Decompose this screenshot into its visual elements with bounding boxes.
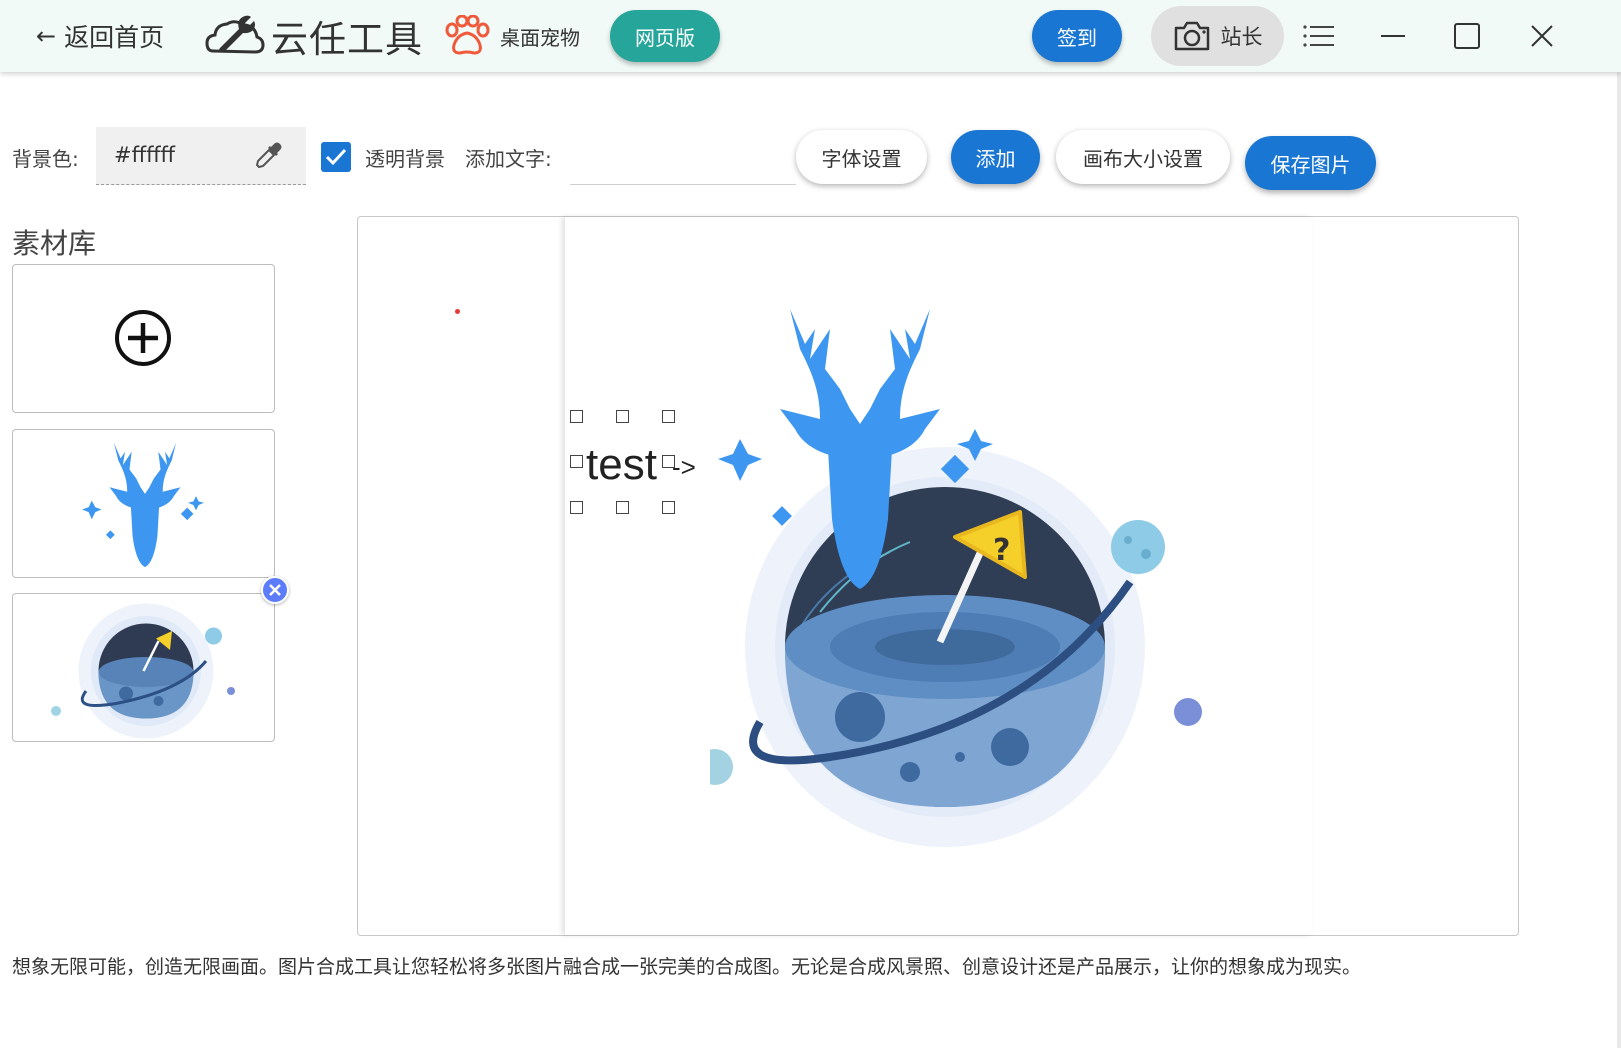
add-button[interactable]: 添加 xyxy=(951,130,1040,184)
app-title: 云任工具 xyxy=(271,18,423,61)
resize-handle-bottom[interactable] xyxy=(616,501,629,514)
library-item-deer[interactable] xyxy=(12,429,275,578)
bg-color-label: 背景色: xyxy=(12,147,79,171)
eyedropper-icon[interactable] xyxy=(254,140,284,170)
desktop-pet-link[interactable]: 桌面宠物 xyxy=(442,0,580,72)
camera-icon xyxy=(1174,21,1209,51)
close-icon xyxy=(269,584,281,596)
scrollbar[interactable] xyxy=(1617,72,1621,1048)
canvas-text-layer[interactable]: test xyxy=(586,440,657,490)
maximize-icon[interactable] xyxy=(1445,14,1489,58)
canvas-deer-layer[interactable] xyxy=(710,289,1010,609)
title-bar: ← 返回首页 云任工具 桌面宠物 网页版 签到 站长 xyxy=(0,0,1621,72)
add-text-label: 添加文字: xyxy=(465,147,552,171)
minimize-icon[interactable] xyxy=(1371,14,1415,58)
canvas-arrow-text: -> xyxy=(672,452,696,482)
check-icon xyxy=(325,148,347,166)
web-version-button[interactable]: 网页版 xyxy=(610,10,720,62)
remove-material-button[interactable] xyxy=(261,576,289,604)
transparent-bg-label: 透明背景 xyxy=(365,147,445,171)
canvas-size-button[interactable]: 画布大小设置 xyxy=(1056,130,1230,184)
app-brand: 云任工具 xyxy=(205,0,423,72)
close-icon[interactable] xyxy=(1520,14,1564,58)
resize-handle-top-left[interactable] xyxy=(570,410,583,423)
resize-handle-left[interactable] xyxy=(570,455,583,468)
library-item-planet[interactable] xyxy=(12,593,275,742)
bg-color-value: #ffffff xyxy=(114,143,176,167)
transparent-bg-checkbox[interactable] xyxy=(321,142,351,172)
library-title: 素材库 xyxy=(12,227,97,260)
resize-handle-bottom-left[interactable] xyxy=(570,501,583,514)
desktop-pet-label: 桌面宠物 xyxy=(500,25,580,50)
font-settings-button[interactable]: 字体设置 xyxy=(796,130,927,184)
back-home-link[interactable]: ← 返回首页 xyxy=(36,0,164,72)
add-text-input[interactable] xyxy=(570,123,796,185)
tool-description: 想象无限可能，创造无限画面。图片合成工具让您轻松将多张图片融合成一张完美的合成图… xyxy=(12,956,1362,978)
canvas-marker-dot xyxy=(455,309,460,314)
deer-head-image xyxy=(81,442,205,568)
library-add-card[interactable] xyxy=(12,264,275,413)
plus-circle-icon xyxy=(115,310,171,366)
canvas-area[interactable]: ? xyxy=(565,217,1312,935)
sign-in-button[interactable]: 签到 xyxy=(1032,10,1122,62)
planet-image xyxy=(51,603,235,739)
user-menu-button[interactable]: 站长 xyxy=(1151,6,1284,66)
resize-handle-top[interactable] xyxy=(616,410,629,423)
resize-handle-bottom-right[interactable] xyxy=(662,501,675,514)
user-label: 站长 xyxy=(1220,25,1263,49)
bg-color-input[interactable]: #ffffff xyxy=(96,127,306,185)
back-home-label: 返回首页 xyxy=(64,23,165,52)
wrench-cloud-icon xyxy=(205,15,265,54)
save-image-button[interactable]: 保存图片 xyxy=(1245,136,1376,190)
menu-icon[interactable] xyxy=(1297,14,1341,58)
paw-icon xyxy=(445,15,490,55)
back-arrow-icon: ← xyxy=(36,22,57,50)
resize-handle-top-right[interactable] xyxy=(662,410,675,423)
